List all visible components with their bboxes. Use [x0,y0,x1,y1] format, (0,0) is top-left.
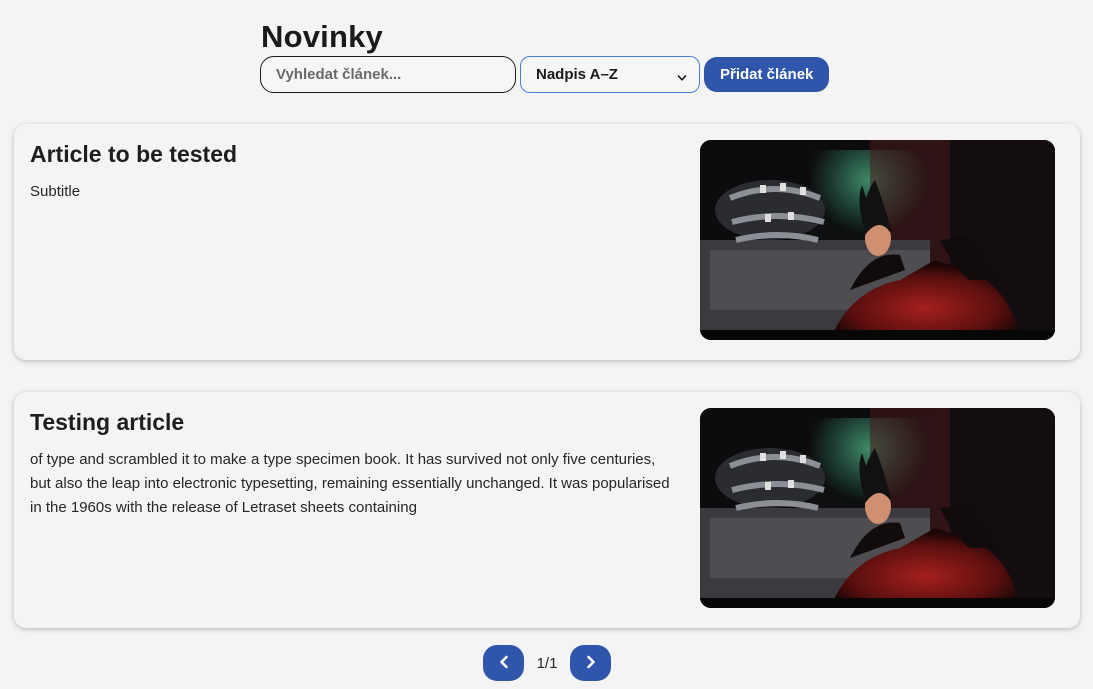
search-input[interactable] [260,56,516,93]
article-title[interactable]: Testing article [30,409,184,436]
article-card[interactable]: Testing article of type and scrambled it… [14,392,1080,628]
chevron-right-icon [585,655,597,672]
add-article-button[interactable]: Přidat článek [704,57,830,92]
article-image[interactable] [700,408,1055,608]
previous-page-button[interactable] [483,645,524,681]
pagination: 1/1 [483,645,611,681]
article-card[interactable]: Article to be tested Subtitle [14,124,1080,360]
article-title[interactable]: Article to be tested [30,141,237,168]
article-subtitle: Subtitle [30,183,81,200]
toolbar: Nadpis A–Z Přidat článek [260,56,830,93]
article-excerpt: of type and scrambled it to make a type … [30,451,670,516]
chevron-down-icon [677,70,687,81]
chevron-left-icon [498,655,510,672]
sort-select[interactable]: Nadpis A–Z [520,56,700,93]
next-page-button[interactable] [570,645,611,681]
page-indicator: 1/1 [536,654,558,672]
page-title: Novinky [261,19,383,54]
sort-select-value: Nadpis A–Z [536,66,618,83]
article-image[interactable] [700,140,1055,340]
